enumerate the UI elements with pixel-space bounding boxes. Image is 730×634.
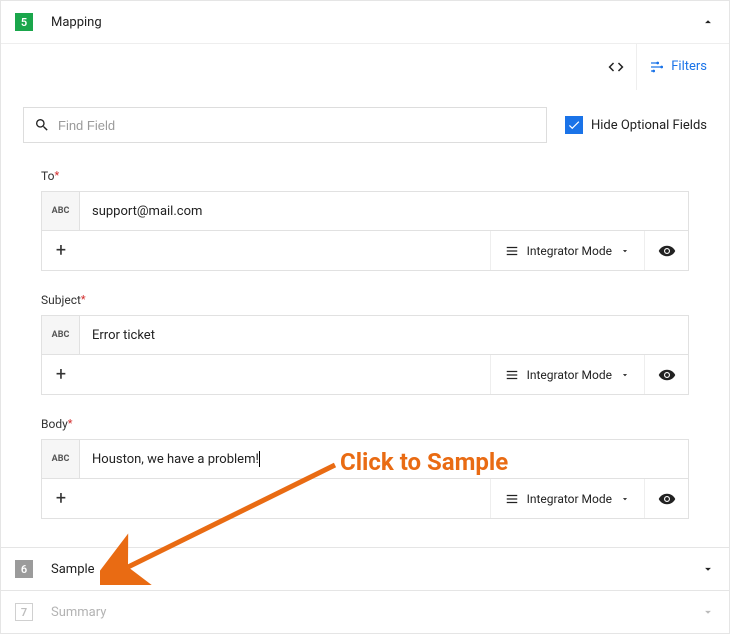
find-field-input[interactable]	[50, 117, 536, 134]
fields-container: To* ABC support@mail.com + Integrator Mo…	[1, 169, 729, 547]
caret-down-icon	[620, 246, 630, 256]
hide-optional-checkbox[interactable]	[565, 116, 583, 134]
field-to-value[interactable]: support@mail.com	[80, 192, 688, 230]
caret-down-icon	[620, 370, 630, 380]
caret-down-icon	[620, 494, 630, 504]
step-summary-header[interactable]: 7 Summary	[1, 591, 729, 633]
field-to: To* ABC support@mail.com + Integrator Mo…	[41, 169, 689, 271]
step-sample-title: Sample	[51, 562, 701, 577]
code-icon	[607, 58, 625, 76]
preview-button[interactable]	[644, 231, 688, 270]
field-actions-row: + Integrator Mode	[41, 355, 689, 395]
field-value-row[interactable]: ABC Error ticket	[41, 315, 689, 355]
text-cursor	[259, 451, 260, 467]
hide-optional-toggle[interactable]: Hide Optional Fields	[565, 116, 707, 134]
eye-icon	[658, 366, 676, 384]
field-label: Subject*	[41, 293, 689, 307]
field-value-row[interactable]: ABC support@mail.com	[41, 191, 689, 231]
type-badge: ABC	[42, 440, 80, 478]
add-button[interactable]: +	[42, 355, 80, 394]
step-sample-panel: 6 Sample	[0, 548, 730, 591]
field-label: Body*	[41, 417, 689, 431]
mode-selector[interactable]: Integrator Mode	[490, 231, 644, 270]
field-label: To*	[41, 169, 689, 183]
type-badge: ABC	[42, 192, 80, 230]
preview-button[interactable]	[644, 479, 688, 518]
add-button[interactable]: +	[42, 231, 80, 270]
eye-icon	[658, 242, 676, 260]
field-subject: Subject* ABC Error ticket + Integrator M…	[41, 293, 689, 395]
list-icon	[505, 368, 519, 382]
mode-selector[interactable]: Integrator Mode	[490, 479, 644, 518]
search-icon	[34, 117, 50, 133]
list-icon	[505, 244, 519, 258]
chevron-down-icon	[701, 605, 715, 619]
search-row: Hide Optional Fields	[1, 89, 729, 169]
step-mapping-panel: 5 Mapping Filters	[0, 0, 730, 548]
step-number-badge: 6	[15, 560, 33, 578]
step-summary-title: Summary	[51, 605, 701, 620]
field-value-row[interactable]: ABC Houston, we have a problem!	[41, 439, 689, 479]
hide-optional-label: Hide Optional Fields	[591, 118, 707, 133]
step-number-badge: 7	[15, 603, 33, 621]
chevron-up-icon	[701, 15, 715, 29]
list-icon	[505, 492, 519, 506]
eye-icon	[658, 490, 676, 508]
check-icon	[567, 118, 581, 132]
type-badge: ABC	[42, 316, 80, 354]
step-number-badge: 5	[15, 13, 33, 31]
mapping-toolbar: Filters	[1, 43, 729, 89]
find-field-input-wrap[interactable]	[23, 107, 547, 143]
step-mapping-title: Mapping	[51, 15, 701, 30]
mode-selector[interactable]: Integrator Mode	[490, 355, 644, 394]
step-mapping-header[interactable]: 5 Mapping	[1, 1, 729, 43]
field-subject-value[interactable]: Error ticket	[80, 316, 688, 354]
filters-label: Filters	[671, 59, 707, 74]
chevron-down-icon	[701, 562, 715, 576]
preview-button[interactable]	[644, 355, 688, 394]
code-toggle-button[interactable]	[596, 44, 636, 90]
field-body-value[interactable]: Houston, we have a problem!	[80, 440, 688, 478]
sliders-icon	[649, 59, 665, 75]
filters-button[interactable]: Filters	[636, 44, 719, 90]
step-sample-header[interactable]: 6 Sample	[1, 548, 729, 590]
field-actions-row: + Integrator Mode	[41, 479, 689, 519]
add-button[interactable]: +	[42, 479, 80, 518]
field-body: Body* ABC Houston, we have a problem! + …	[41, 417, 689, 519]
field-actions-row: + Integrator Mode	[41, 231, 689, 271]
step-summary-panel: 7 Summary	[0, 591, 730, 634]
